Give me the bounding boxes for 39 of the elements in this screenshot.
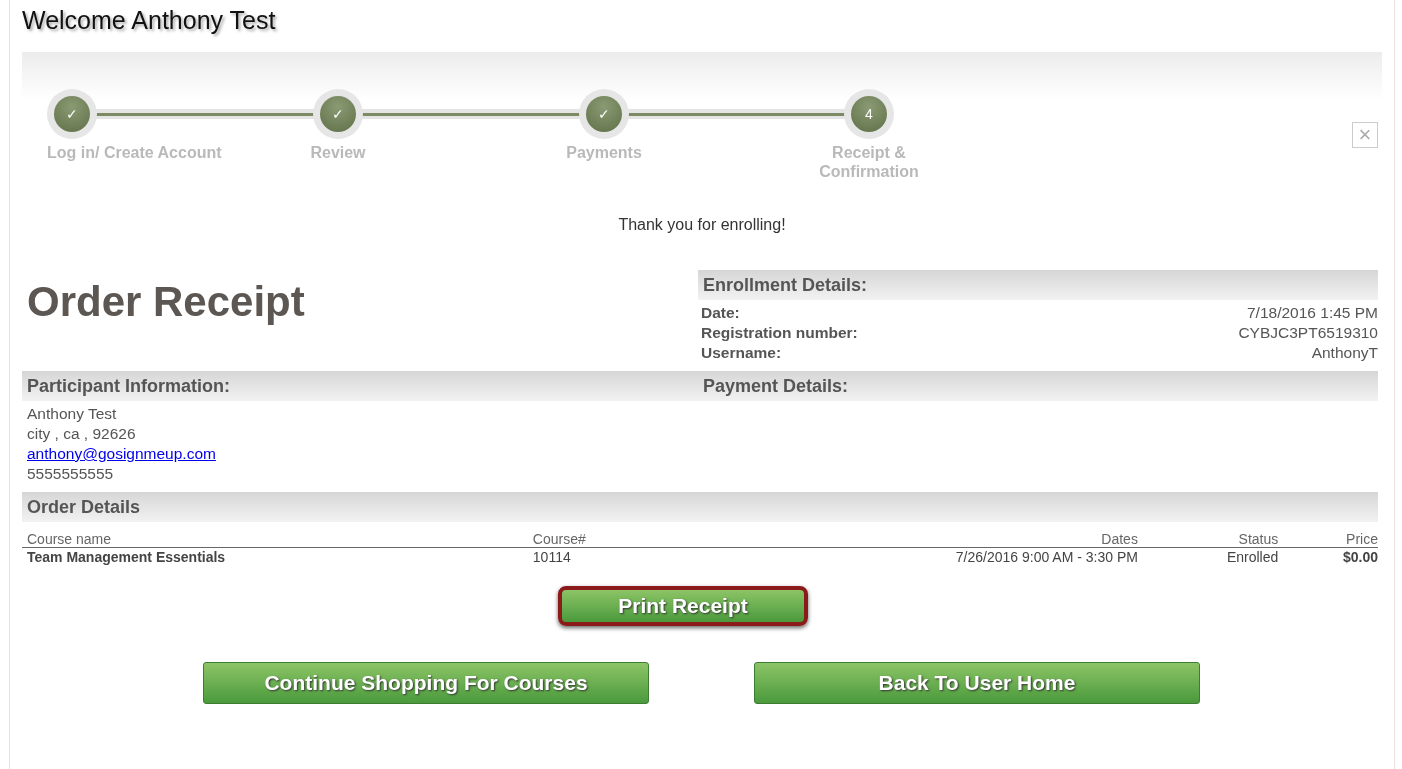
close-button[interactable]: × <box>1352 122 1378 148</box>
step-marker: ✓ <box>320 96 356 132</box>
step-label: Review <box>310 143 366 162</box>
section-header: Order Details <box>22 492 1378 522</box>
email-link[interactable]: anthony@gosignmeup.com <box>27 444 216 464</box>
step-marker: ✓ <box>54 96 90 132</box>
thank-you-message: Thank you for enrolling! <box>618 216 786 233</box>
participant-address: city , ca , 92626 <box>27 424 136 444</box>
welcome-heading: Welcome Anthony Test <box>22 6 276 36</box>
step-label: Payments <box>566 143 642 162</box>
step-label: Log in/ Create Account <box>47 143 222 162</box>
column-header: Course name <box>22 532 528 548</box>
step-marker: ✓ <box>586 96 622 132</box>
table-cell: Enrolled <box>1137 547 1279 566</box>
column-header: Dates <box>672 532 1138 548</box>
column-header: Price <box>1278 532 1378 548</box>
nav-button[interactable]: Continue Shopping For Courses <box>203 662 649 704</box>
column-header: Course# <box>527 532 672 548</box>
table-cell: 7/26/2016 9:00 AM - 3:30 PM <box>672 547 1138 566</box>
detail-value: 7/18/2016 1:45 PM <box>1247 303 1378 323</box>
section-header: Enrollment Details: <box>698 270 1378 300</box>
step-marker: 4 <box>851 96 887 132</box>
step-label: Receipt & Confirmation <box>818 143 920 181</box>
column-header: Status <box>1137 532 1279 548</box>
detail-label: Username: <box>701 343 782 363</box>
table-cell: Team Management Essentials <box>22 547 528 566</box>
detail-label: Date: <box>701 303 740 323</box>
table-cell: $0.00 <box>1278 547 1378 566</box>
section-header: Payment Details: <box>698 371 1378 401</box>
detail-value: AnthonyT <box>1311 343 1378 363</box>
table-cell: 10114 <box>527 547 672 566</box>
detail-value: CYBJC3PT6519310 <box>1238 323 1378 343</box>
section-header: Participant Information: <box>22 371 698 401</box>
detail-label: Registration number: <box>701 323 858 343</box>
nav-button[interactable]: Back To User Home <box>754 662 1200 704</box>
order-receipt-heading: Order Receipt <box>27 278 306 326</box>
participant-name: Anthony Test <box>27 404 117 424</box>
print-receipt-button[interactable]: Print Receipt <box>558 586 808 626</box>
participant-phone: 5555555555 <box>27 464 114 484</box>
